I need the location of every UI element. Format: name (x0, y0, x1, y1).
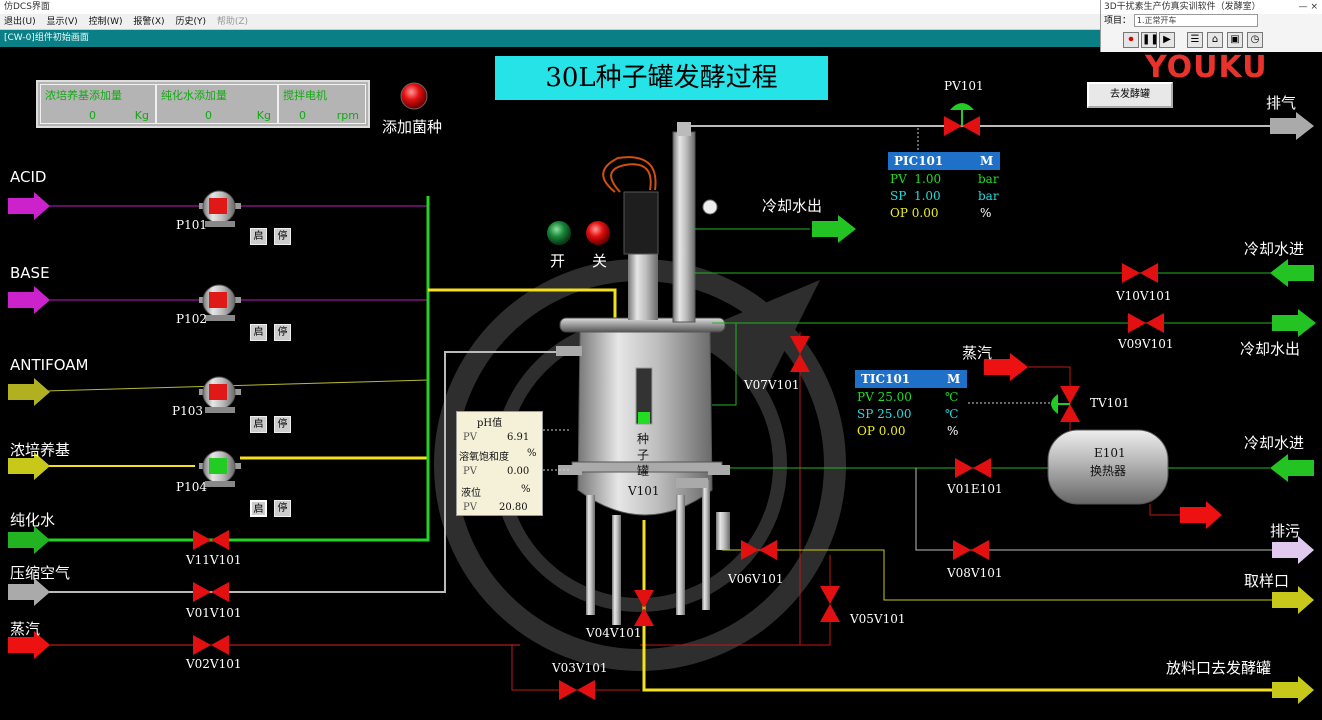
label-cool-out-2: 冷却水出 (1240, 340, 1301, 358)
label-base: BASE (10, 264, 50, 282)
tag-tv101: TV101 (1090, 396, 1130, 410)
valve-v02v101[interactable] (193, 635, 229, 655)
exchanger-tag: E101 (1094, 446, 1126, 460)
p102-start-button[interactable]: 启 (250, 324, 267, 341)
tag-v01v101: V01V101 (186, 606, 242, 620)
tag-v11v101: V11V101 (186, 553, 242, 567)
pump-tag-p101: P101 (176, 218, 207, 232)
tag-v10v101: V10V101 (1116, 289, 1172, 303)
valve-v08v101[interactable] (953, 540, 989, 560)
pump-p103[interactable] (199, 376, 241, 413)
label-cool-in-2: 冷却水进 (1244, 434, 1305, 452)
tag-v07v101: V07V101 (744, 378, 800, 392)
valve-v11v101[interactable] (193, 530, 229, 550)
do-pv-label: PV (463, 466, 477, 477)
label-cool-in-1: 冷却水进 (1244, 240, 1305, 258)
tic101-op: OP 0.00% (857, 424, 959, 438)
p101-start-button[interactable]: 启 (250, 228, 267, 245)
level-pv-label: PV (463, 502, 477, 513)
stop-lamp (586, 221, 610, 245)
tic101-header: TIC101 M (855, 370, 967, 388)
label-air: 压缩空气 (10, 564, 71, 582)
label-exhaust: 排气 (1266, 94, 1297, 112)
p104-start-button[interactable]: 启 (250, 500, 267, 517)
label-sample: 取样口 (1244, 572, 1290, 590)
tic101-faceplate[interactable]: TIC101 M PV 25.00 ℃ SP 25.00 ℃ OP 0.00% (855, 370, 967, 440)
pump-tag-p103: P103 (172, 404, 203, 418)
pic101-sp: SP 1.00 bar (890, 189, 999, 203)
do-title: 溶氧饱和度 (459, 452, 509, 463)
tag-v08v101: V08V101 (947, 566, 1003, 580)
analyzer-panel: pH值 PV 6.91 溶氧饱和度 % PV 0.00 液位 % PV 20.8… (456, 411, 543, 516)
label-cool-out-1: 冷却水出 (762, 197, 823, 215)
p103-stop-button[interactable]: 停 (274, 416, 291, 433)
tag-v05v101: V05V101 (850, 612, 906, 626)
tag-v04v101: V04V101 (586, 626, 642, 640)
exchanger-name: 换热器 (1090, 464, 1127, 478)
label-steam: 蒸汽 (10, 620, 41, 638)
ph-title: pH值 (477, 418, 503, 429)
tic101-sp: SP 25.00 ℃ (857, 407, 959, 421)
valve-v03v101[interactable] (559, 680, 595, 700)
tag-v02v101: V02V101 (186, 657, 242, 671)
tag-v01e101: V01E101 (947, 482, 1003, 496)
p104-stop-button[interactable]: 停 (274, 500, 291, 517)
ph-pv-label: PV (463, 432, 477, 443)
valve-v01e101[interactable] (955, 458, 991, 478)
p102-stop-button[interactable]: 停 (274, 324, 291, 341)
vessel-name-3: 罐 (637, 464, 650, 478)
do-pv: 0.00 (507, 466, 530, 477)
valve-v01v101[interactable] (193, 582, 229, 602)
tag-v06v101: V06V101 (728, 572, 784, 586)
pic101-pv: PV 1.00 bar (890, 172, 999, 186)
stop-label: 关 (592, 252, 608, 270)
do-unit: % (527, 448, 537, 459)
level-title: 液位 (461, 488, 481, 499)
valve-pv101[interactable] (944, 103, 980, 136)
label-drain: 排污 (1270, 522, 1301, 540)
vessel-name-1: 种 (637, 432, 650, 446)
valve-v09v101[interactable] (1128, 313, 1164, 333)
p103-start-button[interactable]: 启 (250, 416, 267, 433)
pic101-header: PIC101 M (888, 152, 1000, 170)
pic101-faceplate[interactable]: PIC101 M PV 1.00 bar SP 1.00 bar OP 0.00% (888, 152, 1000, 222)
start-lamp (547, 221, 571, 245)
label-discharge: 放料口去发酵罐 (1166, 659, 1272, 677)
level-unit: % (521, 484, 531, 495)
level-pv: 20.80 (499, 502, 528, 513)
tic101-pv: PV 25.00 ℃ (857, 390, 959, 404)
label-antifoam: ANTIFOAM (10, 356, 89, 374)
vessel-name-2: 子 (637, 448, 650, 462)
label-acid: ACID (10, 168, 47, 186)
p101-stop-button[interactable]: 停 (274, 228, 291, 245)
tag-pv101: PV101 (944, 79, 984, 93)
pump-tag-p102: P102 (176, 312, 207, 326)
pic101-op: OP 0.00% (890, 206, 992, 220)
valve-v05v101[interactable] (820, 586, 840, 622)
label-nutrient: 浓培养基 (10, 441, 71, 459)
valve-v10v101[interactable] (1122, 263, 1158, 283)
ph-pv: 6.91 (507, 432, 530, 443)
valve-tv101[interactable] (1051, 386, 1080, 422)
label-pure-water: 纯化水 (10, 511, 56, 529)
tag-v09v101: V09V101 (1118, 337, 1174, 351)
start-label: 开 (550, 252, 566, 270)
label-steam-2: 蒸汽 (962, 344, 993, 362)
pump-tag-p104: P104 (176, 480, 207, 494)
vessel-tag: V101 (628, 484, 660, 498)
add-inoculum-lamp (400, 82, 428, 110)
tag-v03v101: V03V101 (552, 661, 608, 675)
